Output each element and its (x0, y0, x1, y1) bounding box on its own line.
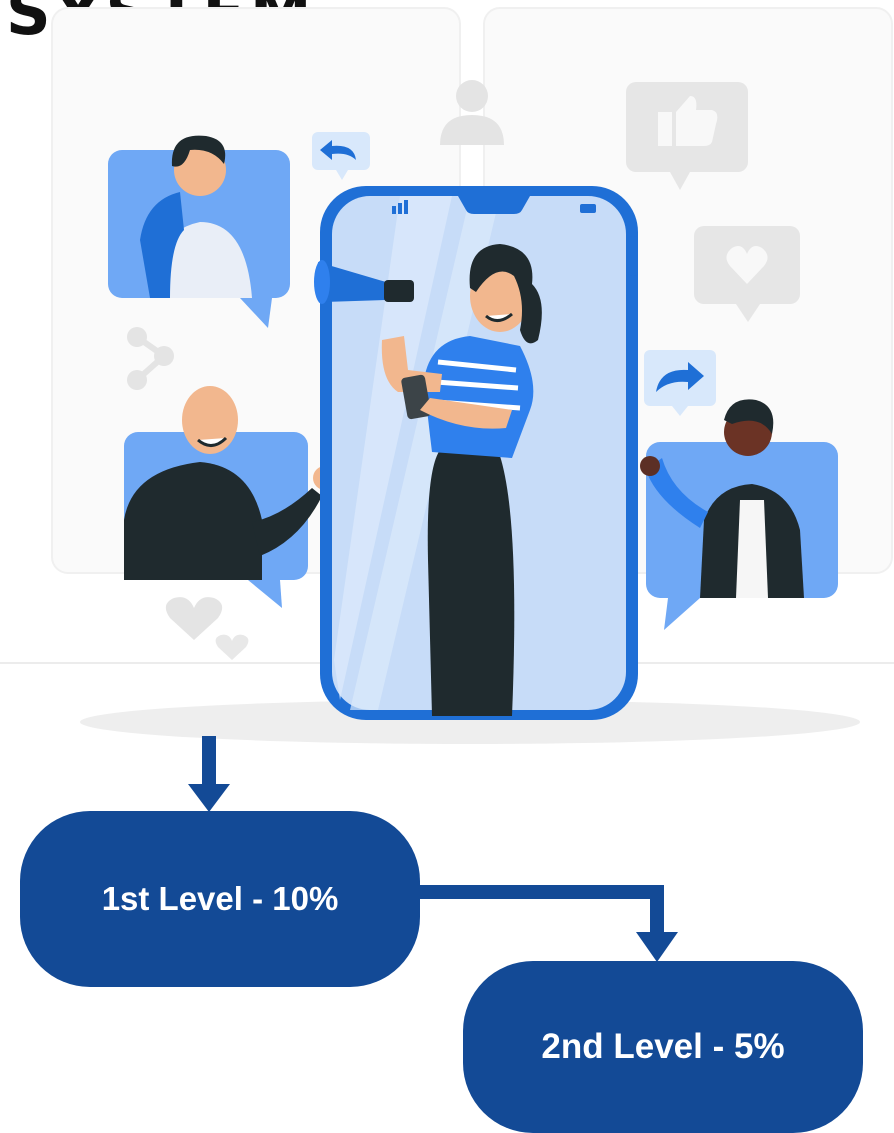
arrow-down-1-shaft (202, 736, 216, 786)
arrow-down-2-head (636, 932, 678, 962)
arrow-down-1-head (188, 784, 230, 812)
social-media-illustration (0, 7, 894, 744)
level-1-box: 1st Level - 10% (20, 811, 420, 987)
level-2-label: 2nd Level - 5% (541, 1027, 785, 1066)
level-1-label: 1st Level - 10% (101, 880, 339, 917)
arrow-connector (418, 885, 664, 935)
hearts-icon (165, 597, 223, 640)
level-2-box: 2nd Level - 5% (463, 961, 863, 1133)
